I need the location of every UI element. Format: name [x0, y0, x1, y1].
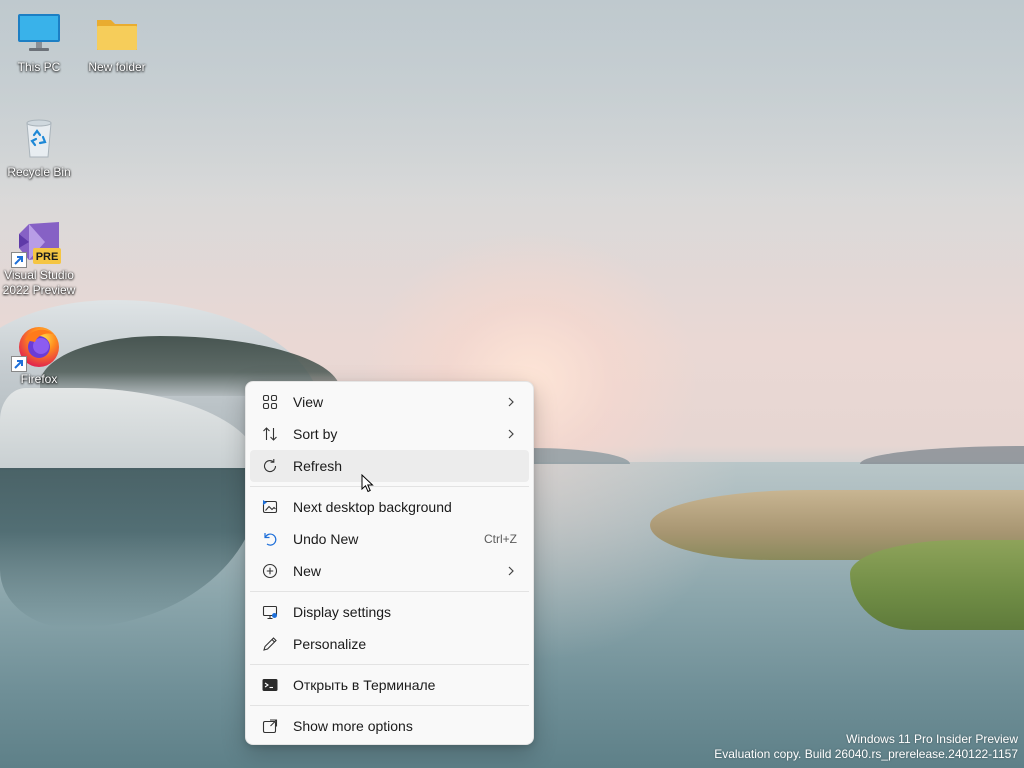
menu-item-undo-new[interactable]: Undo New Ctrl+Z [250, 523, 529, 555]
mouse-cursor-icon [361, 473, 375, 494]
desktop-icon-this-pc[interactable]: This PC [1, 10, 77, 75]
wallpaper-green-grass [850, 540, 1024, 630]
watermark-line1: Windows 11 Pro Insider Preview [846, 732, 1018, 746]
menu-item-display-settings[interactable]: Display settings [250, 596, 529, 628]
watermark-line2: Evaluation copy. Build 26040.rs_prerelea… [714, 747, 1018, 761]
desktop-icon-visual-studio[interactable]: PRE Visual Studio 2022 Preview [1, 218, 77, 298]
chevron-right-icon [505, 428, 517, 440]
desktop-icon-label: Firefox [20, 372, 58, 386]
menu-item-view[interactable]: View [250, 386, 529, 418]
grid-icon [260, 392, 280, 412]
menu-item-sort-by[interactable]: Sort by [250, 418, 529, 450]
menu-item-label: Display settings [293, 604, 392, 620]
menu-item-new[interactable]: New [250, 555, 529, 587]
sort-icon [260, 424, 280, 444]
menu-separator [250, 486, 529, 487]
firefox-icon [11, 322, 63, 372]
menu-item-label: Next desktop background [293, 499, 452, 515]
folder-icon [93, 10, 141, 58]
menu-item-next-desktop-background[interactable]: Next desktop background [250, 491, 529, 523]
evaluation-watermark: Windows 11 Pro Insider Preview Evaluatio… [714, 732, 1018, 762]
visual-studio-icon: PRE [11, 218, 63, 268]
menu-separator [250, 591, 529, 592]
desktop-icon-label: Recycle Bin [7, 165, 71, 179]
menu-separator [250, 705, 529, 706]
desktop-icon-label: This PC [17, 60, 61, 74]
shortcut-arrow-icon [11, 356, 27, 372]
show-more-icon [260, 716, 280, 736]
chevron-right-icon [505, 396, 517, 408]
menu-item-label: Sort by [293, 426, 338, 442]
undo-icon [260, 529, 280, 549]
label-line2: 2022 Preview [2, 283, 76, 297]
desktop-icon-new-folder[interactable]: New folder [79, 10, 155, 75]
next-background-icon [260, 497, 280, 517]
terminal-icon [260, 675, 280, 695]
menu-item-label: New [293, 563, 322, 579]
desktop-icon-firefox[interactable]: Firefox [1, 322, 77, 387]
menu-item-personalize[interactable]: Personalize [250, 628, 529, 660]
menu-item-refresh[interactable]: Refresh [250, 450, 529, 482]
menu-item-open-in-terminal[interactable]: Открыть в Терминале [250, 669, 529, 701]
desktop-icon-recycle-bin[interactable]: Recycle Bin [1, 115, 77, 180]
menu-separator [250, 664, 529, 665]
menu-item-show-more-options[interactable]: Show more options [250, 710, 529, 742]
refresh-icon [260, 456, 280, 476]
recycle-bin-icon [15, 115, 63, 163]
pre-badge-text: PRE [36, 251, 59, 263]
menu-item-label: View [293, 394, 324, 410]
menu-item-label: Refresh [293, 458, 343, 474]
desktop[interactable]: This PC New folder Recycle Bin PRE Visua… [0, 0, 1024, 768]
wallpaper-far-land-right [860, 446, 1024, 464]
pen-icon [260, 634, 280, 654]
chevron-right-icon [505, 565, 517, 577]
label-line1: Visual Studio [4, 268, 74, 282]
monitor-icon [15, 10, 63, 58]
menu-item-label: Show more options [293, 718, 413, 734]
desktop-icon-label: New folder [88, 60, 146, 74]
desktop-context-menu: View Sort by Refresh Next desktop backgr… [245, 381, 534, 745]
add-circle-icon [260, 561, 280, 581]
menu-item-label: Undo New [293, 531, 359, 547]
display-settings-icon [260, 602, 280, 622]
menu-item-label: Открыть в Терминале [293, 677, 436, 693]
shortcut-arrow-icon [11, 252, 27, 268]
menu-item-shortcut: Ctrl+Z [484, 532, 517, 546]
desktop-icon-label: Visual Studio 2022 Preview [3, 268, 76, 298]
menu-item-label: Personalize [293, 636, 367, 652]
